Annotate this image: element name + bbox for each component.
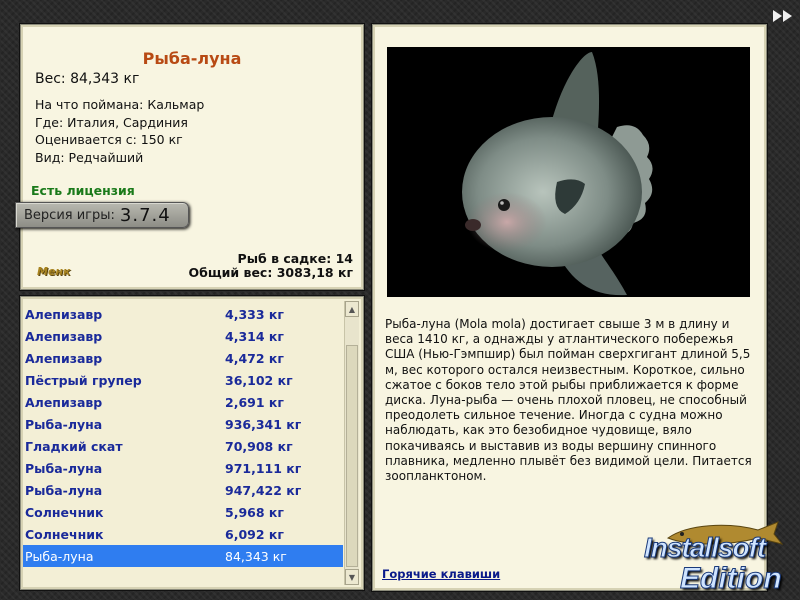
catch-row[interactable]: Рыба-луна 971,111 кг <box>23 457 343 479</box>
catch-row[interactable]: Рыба-луна 84,343 кг <box>23 545 343 567</box>
fish-location: Где: Италия, Сардиния <box>35 114 188 130</box>
fish-name-title: Рыба-луна <box>142 49 242 68</box>
description-panel: Рыба-луна (Mola mola) достигает свыше 3 … <box>372 24 767 591</box>
scroll-up-button[interactable]: ▲ <box>345 301 359 317</box>
arrow-up-icon: ▲ <box>348 304 356 314</box>
catch-name: Алепизавр <box>25 328 103 344</box>
version-number: 3.7.4 <box>119 204 171 226</box>
catch-weight: 84,343 кг <box>225 548 287 564</box>
catch-row[interactable]: Гладкий скат 70,908 кг <box>23 435 343 457</box>
catch-name: Гладкий скат <box>25 438 123 454</box>
catch-name: Рыба-луна <box>25 416 103 432</box>
catch-weight: 5,968 кг <box>225 504 284 520</box>
catch-name: Солнечник <box>25 526 104 542</box>
list-scrollbar[interactable]: ▲ ▼ <box>344 301 359 585</box>
catch-row[interactable]: Алепизавр 4,314 кг <box>23 325 343 347</box>
catch-row[interactable]: Солнечник 5,968 кг <box>23 501 343 523</box>
catch-row[interactable]: Алепизавр 4,333 кг <box>23 303 343 325</box>
catch-name: Рыба-луна <box>25 482 103 498</box>
fish-count: Рыб в садке: 14 <box>237 251 353 266</box>
total-weight: Общий вес: 3083,18 кг <box>188 265 354 280</box>
keepnet-stats: Рыб в садке: 14 Общий вес: 3083,18 кг <box>189 252 354 280</box>
catch-row[interactable]: Рыба-луна 947,422 кг <box>23 479 343 501</box>
watermark-line2: Edition <box>680 562 783 596</box>
catch-weight: 6,092 кг <box>225 526 284 542</box>
license-status: Есть лицензия <box>31 183 135 198</box>
catch-row[interactable]: Солнечник 6,092 кг <box>23 523 343 545</box>
catch-weight: 36,102 кг <box>225 372 293 388</box>
catch-row[interactable]: Рыба-луна 936,341 кг <box>23 413 343 435</box>
fish-details: На что поймана: Кальмар Где: Италия, Сар… <box>35 96 204 166</box>
catch-list: Алепизавр 4,333 кг Алепизавр 4,314 кг Алепиз… <box>23 303 343 567</box>
catch-name: Алепизавр <box>25 306 103 322</box>
fish-bait: На что поймана: Кальмар <box>35 97 205 112</box>
catch-weight: 4,333 кг <box>225 306 284 322</box>
scroll-thumb[interactable] <box>346 345 358 567</box>
next-button[interactable] <box>772 8 794 22</box>
catch-weight: 971,111 кг <box>225 460 302 476</box>
catch-name: Алепизавр <box>25 350 103 366</box>
catch-weight: 4,314 кг <box>225 328 284 344</box>
sunfish-image <box>387 47 750 297</box>
catch-row[interactable]: Алепизавр 4,472 кг <box>23 347 343 369</box>
catch-name: Алепизавр <box>25 394 103 410</box>
catch-name: Рыба-луна <box>25 460 103 476</box>
arrow-down-icon: ▼ <box>348 572 356 582</box>
fish-weight: Вес: 84,343 кг <box>35 71 140 87</box>
fish-kind: Вид: Редчайший <box>35 149 144 165</box>
catch-name: Солнечник <box>25 504 104 520</box>
catch-weight: 2,691 кг <box>225 394 284 410</box>
fish-info-panel: Рыба-луна Вес: 84,343 кг На что поймана:… <box>15 24 364 290</box>
catch-weight: 70,908 кг <box>225 438 293 454</box>
catch-weight: 947,422 кг <box>225 482 302 498</box>
catch-row[interactable]: Алепизавр 2,691 кг <box>23 391 343 413</box>
version-label: Версия игры: <box>24 207 115 223</box>
catch-row[interactable]: Пёстрый групер 36,102 кг <box>23 369 343 391</box>
version-badge: Версия игры: 3.7.4 <box>15 202 189 228</box>
brand-logo: Менк <box>37 265 71 278</box>
catch-name: Пёстрый групер <box>25 372 142 388</box>
catch-weight: 936,341 кг <box>225 416 302 432</box>
double-arrow-right-icon <box>773 10 792 22</box>
fish-description: Рыба-луна (Mola mola) достигает свыше 3 … <box>385 317 752 484</box>
catch-name: Рыба-луна <box>25 548 94 564</box>
installsoft-watermark: Installsoft Edition <box>640 518 800 600</box>
fish-rating: Оценивается с: 150 кг <box>35 132 183 147</box>
catch-weight: 4,472 кг <box>225 350 284 366</box>
hotkeys-link[interactable]: Горячие клавиши <box>382 567 500 581</box>
catch-list-panel: Алепизавр 4,333 кг Алепизавр 4,314 кг Алепиз… <box>20 296 364 590</box>
fish-photo <box>387 47 750 297</box>
watermark-line1: Installsoft <box>643 532 766 564</box>
scroll-down-button[interactable]: ▼ <box>345 569 359 585</box>
